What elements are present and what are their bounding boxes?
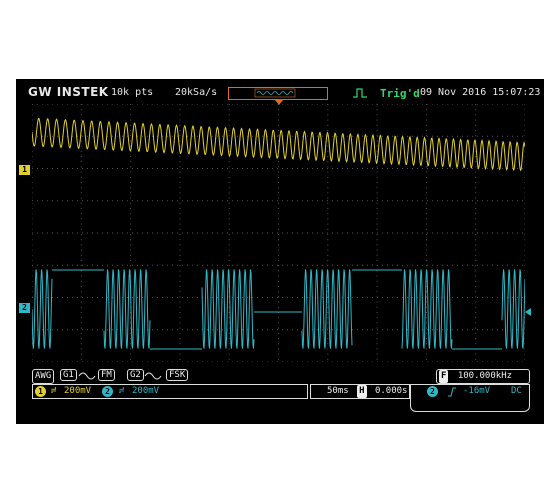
horizontal-badge: H bbox=[357, 385, 367, 398]
sine-wave-icon bbox=[144, 372, 162, 380]
sine-wave-icon bbox=[78, 372, 96, 380]
date-time: 09 Nov 2016 15:07:23 bbox=[420, 87, 541, 98]
trigger-level-marker bbox=[525, 308, 531, 316]
trigger-source-tag: 2 bbox=[427, 386, 438, 397]
trigger-level: -16mV bbox=[463, 386, 491, 396]
awg-g1-label[interactable]: G1 bbox=[60, 369, 77, 382]
channel-2-scale: 200mV bbox=[132, 386, 160, 396]
rising-edge-icon bbox=[448, 387, 456, 397]
channel-1-marker[interactable]: 1 bbox=[19, 165, 30, 175]
timebase-box: 50ms H 0.000s bbox=[310, 384, 410, 399]
awg-label[interactable]: AWG bbox=[32, 369, 55, 384]
awg-fsk-label[interactable]: FSK bbox=[166, 369, 189, 382]
time-position: 0.000s bbox=[374, 386, 408, 396]
dc-coupling-icon: ≓ bbox=[119, 386, 125, 396]
frequency-badge: F bbox=[439, 370, 449, 383]
awg-frequency: 100.000kHz bbox=[457, 371, 513, 381]
trigger-status: Trig'd bbox=[380, 87, 420, 100]
channel-2-tag: 2 bbox=[102, 386, 113, 397]
vertical-scale-bar: 1 ≓ 200mV 2 ≓ 200mV bbox=[32, 384, 308, 399]
time-scale: 50ms bbox=[327, 386, 349, 396]
trigger-edge-icon bbox=[353, 88, 367, 98]
waveform-graticule bbox=[32, 104, 525, 362]
trigger-settings-box: 2 -16mV DC bbox=[410, 384, 530, 412]
brand-logo: GW INSTEK bbox=[28, 85, 109, 99]
channel-1-tag: 1 bbox=[35, 386, 46, 397]
record-length: 10k pts bbox=[111, 87, 154, 98]
dc-coupling-icon: ≓ bbox=[51, 386, 57, 396]
status-bar: GW INSTEK 10k pts 20kSa/s Trig'd 09 Nov … bbox=[16, 79, 544, 105]
oscilloscope-screen: GW INSTEK 10k pts 20kSa/s Trig'd 09 Nov … bbox=[16, 79, 544, 424]
channel-2-marker[interactable]: 2 bbox=[19, 303, 30, 313]
channel-1-scale: 200mV bbox=[64, 386, 92, 396]
awg-g2-label[interactable]: G2 bbox=[127, 369, 144, 382]
trigger-coupling: DC bbox=[511, 386, 522, 396]
channel-1-trace bbox=[32, 117, 525, 172]
sample-rate: 20kSa/s bbox=[175, 87, 218, 98]
memory-position-bar bbox=[228, 87, 328, 100]
awg-fm-label[interactable]: FM bbox=[98, 369, 115, 382]
awg-frequency-box[interactable]: F 100.000kHz bbox=[436, 369, 530, 384]
